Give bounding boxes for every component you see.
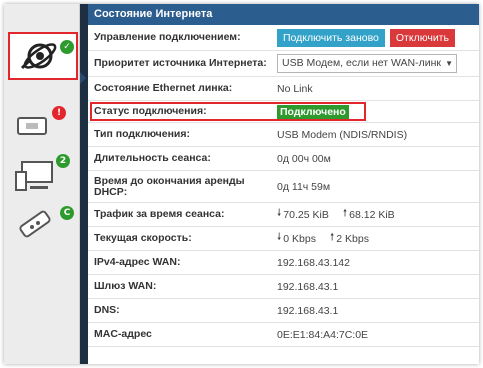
gateway-value: 192.168.43.1 (277, 280, 339, 293)
row-speed: Текущая скорость: 🠗 0 Kbps 🠕 2 Kbps (88, 227, 479, 251)
mac-value: 0E:E1:84:A4:7C:0E (277, 328, 369, 341)
row-label: MAC-адрес (94, 328, 152, 340)
row-gateway: Шлюз WAN: 192.168.43.1 (88, 275, 479, 299)
arrow-down-icon: 🠗 (277, 208, 282, 219)
sidebar-item-devices[interactable]: 2 (8, 152, 78, 200)
row-label: IPv4-адрес WAN: (94, 256, 181, 268)
sidebar-item-internet[interactable]: ✓ (8, 32, 78, 80)
reconnect-button[interactable]: Подключить заново (277, 28, 385, 47)
devices-icon (15, 161, 53, 191)
main-panel: Состояние Интернета Управление подключен… (88, 4, 479, 364)
row-ipv4: IPv4-адрес WAN: 192.168.43.142 (88, 251, 479, 275)
row-label: Приоритет источника Интернета: (94, 57, 267, 69)
row-mac: MAC-адрес 0E:E1:84:A4:7C:0E (88, 323, 479, 347)
sidebar-item-router[interactable]: ! (8, 100, 78, 148)
row-priority: Приоритет источника Интернета: USB Модем… (88, 51, 479, 77)
speed-up-value: 2 Kbps (336, 232, 369, 245)
row-dns: DNS: 192.168.43.1 (88, 299, 479, 323)
row-label: Текущая скорость: (94, 232, 192, 244)
devices-count-badge: 2 (56, 154, 70, 168)
status-ok-badge: ✓ (60, 40, 74, 54)
row-label: Время до окончания аренды DHCP: (94, 174, 245, 198)
panel-title: Состояние Интернета (88, 4, 479, 25)
priority-select[interactable]: USB Модем, если нет WAN-линк ▼ (277, 54, 457, 73)
arrow-up-icon: 🠕 (330, 232, 335, 243)
row-label: Управление подключением: (94, 31, 241, 43)
row-label: DNS: (94, 304, 120, 316)
traffic-up-value: 68.12 KiB (349, 208, 395, 221)
speed-down-value: 0 Kbps (283, 232, 316, 245)
row-ethernet: Состояние Ethernet линка: No Link (88, 77, 479, 101)
row-session-duration: Длительность сеанса: 0д 00ч 00м (88, 147, 479, 171)
usb-modem-icon (19, 210, 51, 238)
arrow-down-icon: 🠗 (277, 232, 282, 243)
row-label: Трафик за время сеанса: (94, 208, 225, 220)
router-admin-window: ✓ ! 2 C Состояние Интернета Управление п… (4, 4, 479, 364)
active-pointer-icon (80, 72, 86, 84)
router-device-icon (17, 117, 47, 135)
row-traffic: Трафик за время сеанса: 🠗 70.25 KiB 🠕 68… (88, 203, 479, 227)
row-connection-control: Управление подключением: Подключить зано… (88, 25, 479, 51)
sidebar-item-usb[interactable]: C (8, 202, 78, 250)
sidebar-divider (80, 4, 88, 364)
dns-value: 192.168.43.1 (277, 304, 339, 317)
dhcp-lease-value: 0д 11ч 59м (277, 180, 331, 193)
traffic-down-value: 70.25 KiB (283, 208, 329, 221)
arrow-up-icon: 🠕 (342, 208, 348, 219)
globe-network-icon (20, 43, 57, 70)
sidebar: ✓ ! 2 C (4, 4, 80, 364)
ethernet-status-value: No Link (277, 82, 313, 95)
connection-type-value: USB Modem (NDIS/RNDIS) (277, 128, 408, 141)
row-dhcp-lease: Время до окончания аренды DHCP: 0д 11ч 5… (88, 171, 479, 203)
row-label: Состояние Ethernet линка: (94, 82, 233, 94)
alert-badge: ! (52, 106, 66, 120)
row-connection-status: Статус подключения: Подключено (88, 101, 479, 123)
chevron-down-icon: ▼ (443, 55, 453, 72)
disconnect-button[interactable]: Отключить (389, 28, 455, 47)
row-connection-type: Тип подключения: USB Modem (NDIS/RNDIS) (88, 123, 479, 147)
usb-badge: C (60, 206, 74, 220)
highlight-box (90, 102, 366, 121)
session-duration-value: 0д 00ч 00м (277, 152, 331, 165)
ipv4-value: 192.168.43.142 (277, 256, 350, 269)
row-label: Тип подключения: (94, 128, 190, 140)
priority-select-value: USB Модем, если нет WAN-линк (282, 57, 442, 69)
row-label: Длительность сеанса: (94, 152, 211, 164)
row-label: Шлюз WAN: (94, 280, 157, 292)
